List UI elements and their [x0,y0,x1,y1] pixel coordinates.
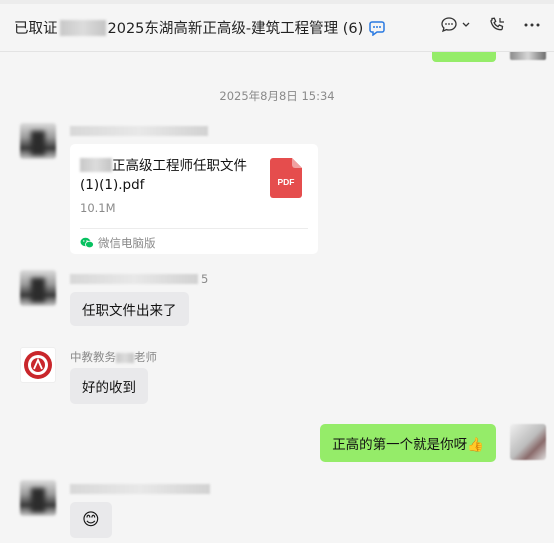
more-icon[interactable] [524,23,540,27]
avatar[interactable] [20,123,56,159]
sender-name-redacted [70,274,198,284]
file-name: 正高级工程师任职文件(1)(1).pdf [80,157,262,195]
chat-header: 已取证 2025东湖高新正高级-建筑工程管理 (6) [0,0,554,52]
chat-title[interactable]: 已取证 2025东湖高新正高级-建筑工程管理 (6) [14,17,387,38]
chevron-down-icon [462,22,470,27]
emoji-message-bubble[interactable]: 😊 [70,502,112,538]
window-top-strip [0,0,554,4]
self-message-bubble[interactable]: 正高的第一个就是你呀👍 [320,424,496,462]
pdf-file-icon: PDF [270,158,302,198]
sender-name-redacted [70,484,210,494]
redacted-name [116,352,134,363]
divider [80,228,308,229]
file-size: 10.1M [80,201,116,215]
sender-name-prefix: 中教教务 [70,350,116,364]
chat-title-text: 2025东湖高新正高级-建筑工程管理 (6) [107,21,364,37]
sender-name-suffix: 老师 [134,350,157,364]
message-timestamp: 2025年8月8日 15:34 [219,89,335,103]
wechat-icon [80,237,94,249]
sender-name-redacted [70,126,208,136]
chat-bubble-icon[interactable] [369,20,387,36]
chat-title-prefix: 已取证 [14,21,58,37]
message-area[interactable]: 2025年8月8日 15:34 正高级工程师任职文件(1)(1).pdf 10.… [0,52,554,543]
file-source: 微信电脑版 [80,235,156,251]
file-message-card[interactable]: 正高级工程师任职文件(1)(1).pdf 10.1M PDF 微信电脑版 [70,144,318,254]
chat-options-button[interactable] [440,16,470,34]
self-avatar-partial[interactable] [510,52,546,60]
self-avatar[interactable] [510,424,546,460]
redacted-file-prefix [80,158,112,172]
avatar[interactable] [20,347,56,383]
redacted-name [59,19,106,36]
pdf-type-label: PDF [278,177,295,187]
sender-name-suffix: 5 [201,272,209,286]
message-bubble[interactable]: 好的收到 [70,368,148,404]
organization-logo-icon [24,351,52,379]
file-source-label: 微信电脑版 [98,236,156,250]
message-bubble[interactable]: 任职文件出来了 [70,292,189,326]
avatar[interactable] [20,270,56,306]
phone-icon[interactable] [488,16,506,34]
message-icon [441,17,457,33]
avatar[interactable] [20,480,56,516]
sender-name: 中教教务 老师 [70,349,157,365]
previous-message-bubble[interactable] [432,52,496,62]
